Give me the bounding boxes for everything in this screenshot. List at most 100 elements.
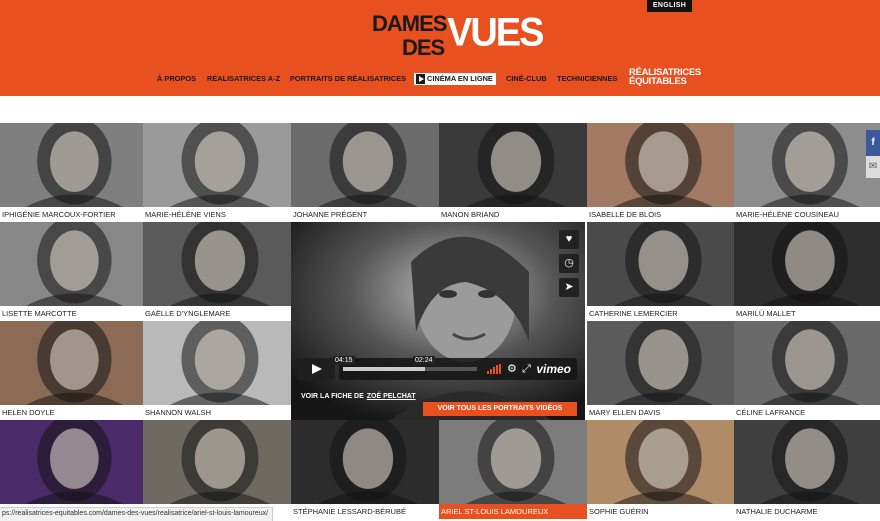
play-icon: [416, 74, 425, 84]
portrait-photo: [291, 420, 439, 504]
portrait-card[interactable]: ARIEL ST-LOUIS LAMOUREUX: [439, 420, 587, 519]
portrait-card[interactable]: HELEN DOYLE: [0, 321, 143, 420]
portrait-card[interactable]: GAËLLE D'YNGLEMARE: [143, 222, 291, 321]
portrait-photo: [587, 420, 734, 504]
portrait-card[interactable]: IPHIGÉNIE MARCOUX-FORTIER: [0, 123, 143, 222]
portrait-photo: [143, 321, 291, 405]
portrait-card[interactable]: SHANNON WALSH: [143, 321, 291, 420]
nav-item-techniciennes[interactable]: TECHNICIENNES: [557, 73, 617, 85]
portrait-name[interactable]: CATHERINE LEMERCIER: [587, 306, 734, 321]
portrait-name[interactable]: CÉLINE LAFRANCE: [734, 405, 880, 420]
nav-item-cinema-en-ligne[interactable]: CINÉMA EN LIGNE: [414, 73, 496, 85]
portrait-name[interactable]: MANON BRIAND: [439, 207, 587, 222]
browser-status-url: ps://realisatrices-equitables.com/dames-…: [0, 507, 274, 521]
site-header: ENGLISH DAMES DES VUES À PROPOS RÉALISAT…: [0, 0, 880, 96]
portrait-name[interactable]: NATHALIE DUCHARME: [734, 504, 880, 519]
logo-word-des: DES: [402, 35, 445, 60]
mail-icon[interactable]: ✉: [866, 156, 880, 178]
video-progress-fill: [343, 367, 425, 371]
portrait-card[interactable]: ISABELLE DE BLOIS: [587, 123, 734, 222]
main-nav: À PROPOS RÉALISATRICES A-Z PORTRAITS DE …: [0, 73, 880, 87]
video-control-bar: 04:15 02:24 ⚙ ⤢ vimeo: [333, 356, 577, 380]
portrait-card[interactable]: MARIE-HÉLÈNE COUSINEAU: [734, 123, 880, 222]
video-hover-time: 02:24: [413, 356, 435, 365]
all-videos-button[interactable]: VOIR TOUS LES PORTRAITS VIDÉOS: [423, 402, 577, 416]
portrait-photo: [291, 123, 439, 207]
portrait-photo: [734, 123, 880, 207]
language-switch-button[interactable]: ENGLISH: [647, 0, 692, 12]
portrait-name[interactable]: MARIE-HÉLÈNE COUSINEAU: [734, 207, 880, 222]
volume-icon[interactable]: [487, 364, 501, 374]
portrait-card[interactable]: [143, 420, 291, 519]
like-heart-icon[interactable]: ♥: [559, 230, 579, 249]
portrait-photo: [439, 123, 587, 207]
video-credit: VOIR LA FICHE DE ZOÉ PELCHAT: [301, 392, 416, 401]
portrait-card[interactable]: JOHANNE PRÉGENT: [291, 123, 439, 222]
portrait-name[interactable]: ISABELLE DE BLOIS: [587, 207, 734, 222]
portrait-name[interactable]: STÉPHANIE LESSARD-BÉRUBÉ: [291, 504, 439, 519]
portrait-photo: [587, 123, 734, 207]
portrait-name[interactable]: MARIE-HÉLÈNE VIENS: [143, 207, 291, 222]
portrait-name[interactable]: SHANNON WALSH: [143, 405, 291, 420]
equitables-line2: ÉQUITABLES: [629, 76, 687, 87]
portrait-card[interactable]: MARY ELLEN DAVIS: [587, 321, 734, 420]
portrait-card[interactable]: MARIE-HÉLÈNE VIENS: [143, 123, 291, 222]
portrait-name[interactable]: MARILÚ MALLET: [734, 306, 880, 321]
nav-item-cinema-label: CINÉMA EN LIGNE: [427, 74, 493, 83]
video-progress-track[interactable]: 04:15 02:24: [333, 356, 477, 371]
portrait-photo: [0, 420, 143, 504]
share-bar: f ✉: [866, 130, 880, 178]
portrait-name[interactable]: HELEN DOYLE: [0, 405, 143, 420]
video-current-time: 04:15: [333, 356, 355, 365]
portrait-card[interactable]: MANON BRIAND: [439, 123, 587, 222]
portrait-card[interactable]: SOPHIE GUÉRIN: [587, 420, 734, 519]
nav-item-a-propos[interactable]: À PROPOS: [157, 73, 196, 85]
portrait-name[interactable]: JOHANNE PRÉGENT: [291, 207, 439, 222]
portrait-photo: [0, 123, 143, 207]
portrait-name[interactable]: SOPHIE GUÉRIN: [587, 504, 734, 519]
nav-item-portraits[interactable]: PORTRAITS DE RÉALISATRICES: [290, 73, 406, 85]
nav-item-realisatrices-equitables[interactable]: RÉALISATRICES ÉQUITABLES: [629, 68, 701, 87]
portrait-photo: [143, 420, 291, 504]
portrait-name[interactable]: MARY ELLEN DAVIS: [587, 405, 734, 420]
portrait-photo: [0, 222, 143, 306]
video-play-button[interactable]: [297, 358, 335, 380]
portrait-card[interactable]: CÉLINE LAFRANCE: [734, 321, 880, 420]
fullscreen-icon[interactable]: ⤢: [522, 362, 531, 376]
settings-gear-icon[interactable]: ⚙: [507, 362, 517, 376]
logo-word-dames: DAMES: [372, 11, 447, 36]
portrait-photo: [587, 321, 734, 405]
portrait-card[interactable]: LISETTE MARCOTTE: [0, 222, 143, 321]
portrait-photo: [587, 222, 734, 306]
nav-item-realisatrices-az[interactable]: RÉALISATRICES A-Z: [207, 73, 280, 85]
portrait-card[interactable]: CATHERINE LEMERCIER: [587, 222, 734, 321]
portrait-name[interactable]: IPHIGÉNIE MARCOUX-FORTIER: [0, 207, 143, 222]
portrait-photo: [0, 321, 143, 405]
watch-later-clock-icon[interactable]: ◷: [559, 254, 579, 273]
logo-word-vues: VUES: [447, 10, 544, 56]
portrait-card[interactable]: [0, 420, 143, 519]
video-controls: 04:15 02:24 ⚙ ⤢ vimeo: [297, 356, 577, 380]
share-send-icon[interactable]: ➤: [559, 278, 579, 297]
portrait-photo: [734, 420, 880, 504]
portrait-name[interactable]: ARIEL ST-LOUIS LAMOUREUX: [439, 504, 587, 519]
video-actions: ♥ ◷ ➤: [559, 230, 579, 302]
portrait-card[interactable]: MARILÚ MALLET: [734, 222, 880, 321]
portrait-photo: [734, 222, 880, 306]
nav-item-cine-club[interactable]: CINÉ-CLUB: [506, 73, 547, 85]
video-player[interactable]: ♥ ◷ ➤ 04:15 02:24 ⚙ ⤢ vimeo VOIR LA FICH…: [291, 222, 585, 420]
vimeo-logo[interactable]: vimeo: [536, 362, 571, 376]
portrait-name[interactable]: LISETTE MARCOTTE: [0, 306, 143, 321]
portrait-photo: [143, 222, 291, 306]
portrait-name[interactable]: GAËLLE D'YNGLEMARE: [143, 306, 291, 321]
portrait-photo: [439, 420, 587, 504]
portrait-card[interactable]: STÉPHANIE LESSARD-BÉRUBÉ: [291, 420, 439, 519]
video-credit-prefix: VOIR LA FICHE DE: [301, 393, 364, 400]
video-credit-link[interactable]: ZOÉ PELCHAT: [367, 393, 416, 400]
portrait-photo: [143, 123, 291, 207]
portrait-photo: [734, 321, 880, 405]
site-logo[interactable]: DAMES DES VUES: [372, 11, 544, 61]
facebook-icon[interactable]: f: [866, 130, 880, 156]
portrait-card[interactable]: NATHALIE DUCHARME: [734, 420, 880, 519]
video-frame-image: [291, 222, 585, 420]
